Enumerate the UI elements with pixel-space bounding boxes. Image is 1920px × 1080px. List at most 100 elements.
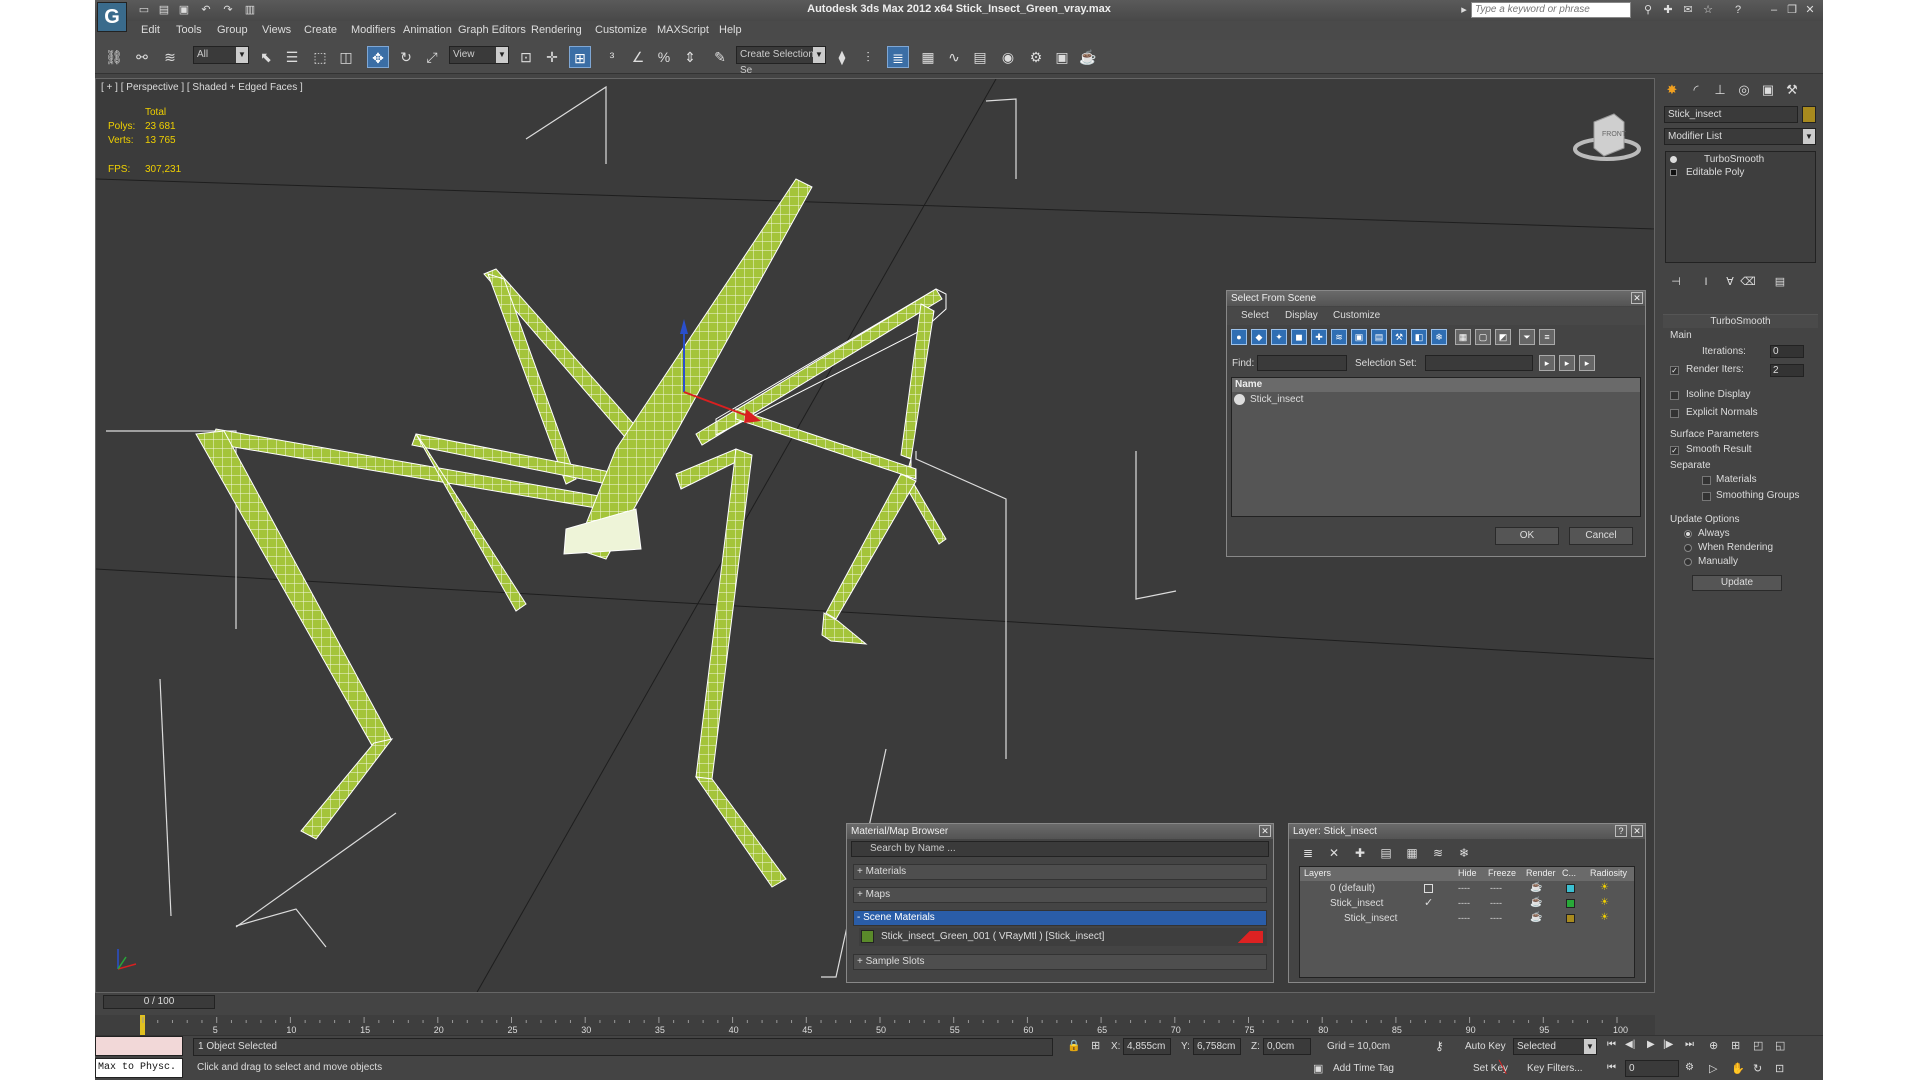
list-item[interactable]: Stick_insect <box>1232 392 1640 408</box>
utilities-tab-icon[interactable]: ⚒ <box>1782 80 1802 100</box>
application-menu-icon[interactable]: G <box>97 2 127 32</box>
group-maps[interactable]: + Maps <box>853 887 1267 903</box>
spinner-snap-icon[interactable]: ⇕ <box>679 46 701 68</box>
x-coordinate-field[interactable]: 4,855cm <box>1123 1038 1171 1055</box>
show-end-result-icon[interactable]: I <box>1696 272 1716 292</box>
select-in-layer-icon[interactable]: ▤ <box>1377 844 1395 862</box>
select-by-name-icon[interactable]: ☰ <box>281 46 303 68</box>
cancel-button[interactable]: Cancel <box>1569 527 1633 545</box>
display-containers-icon[interactable]: ◧ <box>1411 329 1427 345</box>
display-spacewarps-icon[interactable]: ≋ <box>1331 329 1347 345</box>
edit-named-selection-icon[interactable]: ✎ <box>709 46 731 68</box>
menu-maxscript[interactable]: MAXScript <box>657 24 709 36</box>
hierarchy-tab-icon[interactable]: ⊥ <box>1710 80 1730 100</box>
freeze-toggle[interactable]: ---- <box>1490 898 1502 908</box>
named-selection-dropdown[interactable]: Create Selection Se ▼ <box>736 46 826 76</box>
motion-tab-icon[interactable]: ◎ <box>1734 80 1754 100</box>
render-teapot-icon[interactable]: ☕ <box>1530 912 1542 923</box>
turbosmooth-rollout-title[interactable]: TurboSmooth <box>1663 314 1818 328</box>
select-all-icon[interactable]: ▦ <box>1455 329 1471 345</box>
menu-customize[interactable]: Customize <box>595 24 647 36</box>
subscription-icon[interactable]: ✚ <box>1661 3 1675 17</box>
sfs-find-input[interactable] <box>1257 355 1347 371</box>
link-icon[interactable]: ⛓ <box>103 46 125 68</box>
material-search-input[interactable]: Search by Name ... <box>851 841 1269 857</box>
key-filters-button[interactable]: Key Filters... <box>1527 1063 1583 1074</box>
selection-set-remove-icon[interactable]: ▸ <box>1559 355 1575 371</box>
render-setup-icon[interactable]: ⚙ <box>1025 46 1047 68</box>
search-binoculars-icon[interactable]: ⚲ <box>1641 3 1655 17</box>
freeze-toggle[interactable]: ---- <box>1490 913 1502 923</box>
perspective-viewport[interactable]: [ + ] [ Perspective ] [ Shaded + Edged F… <box>95 78 1655 993</box>
col-hide[interactable]: Hide <box>1458 868 1477 878</box>
expand-icon[interactable] <box>1670 169 1677 176</box>
help-icon[interactable]: ? <box>1615 825 1627 837</box>
maximize-icon[interactable]: ❐ <box>1785 3 1799 17</box>
zoom-icon[interactable]: ⊕ <box>1709 1039 1718 1052</box>
previous-frame-icon[interactable]: ◀| <box>1625 1039 1635 1050</box>
modify-tab-icon[interactable]: ◜ <box>1686 80 1706 100</box>
field-of-view-icon[interactable]: ▷ <box>1709 1062 1717 1075</box>
render-iters-spinner[interactable]: 2 <box>1770 364 1804 377</box>
zoom-extents-icon[interactable]: ◰ <box>1753 1039 1763 1052</box>
menu-group[interactable]: Group <box>217 24 248 36</box>
hide-toggle[interactable]: ---- <box>1458 913 1470 923</box>
display-shapes-icon[interactable]: ◆ <box>1251 329 1267 345</box>
close-icon[interactable]: ✕ <box>1631 292 1643 304</box>
menu-modifiers[interactable]: Modifiers <box>351 24 396 36</box>
group-materials[interactable]: + Materials <box>853 864 1267 880</box>
create-tab-icon[interactable]: ✸ <box>1662 80 1682 100</box>
selection-set-add-icon[interactable]: ▸ <box>1539 355 1555 371</box>
key-mode-dropdown[interactable]: Selected ▼ <box>1513 1038 1597 1055</box>
key-mode-toggle-icon[interactable]: ⏮ <box>1607 1062 1616 1073</box>
group-scene-materials[interactable]: - Scene Materials <box>853 910 1267 926</box>
next-frame-icon[interactable]: |▶ <box>1663 1039 1673 1050</box>
search-input[interactable]: Type a keyword or phrase <box>1471 2 1631 18</box>
y-coordinate-field[interactable]: 6,758cm <box>1193 1038 1241 1055</box>
layer-color-swatch[interactable] <box>1566 899 1575 908</box>
col-layers[interactable]: Layers <box>1304 868 1331 878</box>
current-layer-checkbox[interactable] <box>1424 884 1433 893</box>
make-unique-icon[interactable]: ∀ <box>1720 272 1740 292</box>
separate-materials-checkbox[interactable] <box>1702 476 1711 485</box>
smooth-result-checkbox[interactable]: ✓ <box>1670 446 1679 455</box>
select-object-icon[interactable]: ⬉ <box>255 46 277 68</box>
menu-tools[interactable]: Tools <box>176 24 202 36</box>
isoline-display-checkbox[interactable] <box>1670 391 1679 400</box>
display-lights-icon[interactable]: ✦ <box>1271 329 1287 345</box>
minimize-icon[interactable]: – <box>1767 3 1781 17</box>
render-teapot-icon[interactable]: ☕ <box>1530 882 1542 893</box>
create-layer-icon[interactable]: ≣ <box>1299 844 1317 862</box>
angle-snap-icon[interactable]: ∠ <box>627 46 649 68</box>
rendered-frame-window-icon[interactable]: ▣ <box>1051 46 1073 68</box>
maxscript-input[interactable]: Max to Physc. <box>95 1058 183 1078</box>
display-bones-icon[interactable]: ⚒ <box>1391 329 1407 345</box>
expand-search-icon[interactable]: ▸ <box>1457 3 1471 17</box>
sfs-selection-set-dropdown[interactable] <box>1425 355 1533 371</box>
layer-color-swatch[interactable] <box>1566 884 1575 893</box>
curve-editor-icon[interactable]: ∿ <box>943 46 965 68</box>
maximize-viewport-icon[interactable]: ⊡ <box>1775 1062 1784 1075</box>
group-sample-slots[interactable]: + Sample Slots <box>853 954 1267 970</box>
menu-create[interactable]: Create <box>304 24 337 36</box>
display-xrefs-icon[interactable]: ▤ <box>1371 329 1387 345</box>
radiosity-icon[interactable]: ☀ <box>1600 912 1609 923</box>
current-layer-check-icon[interactable]: ✓ <box>1424 896 1433 909</box>
sfs-menu-select[interactable]: Select <box>1241 310 1269 321</box>
object-color-swatch[interactable] <box>1802 106 1816 123</box>
col-radiosity[interactable]: Radiosity <box>1590 868 1627 878</box>
object-name-field[interactable]: Stick_insect <box>1664 106 1798 123</box>
modifier-list-dropdown[interactable]: Modifier List ▼ <box>1664 128 1816 145</box>
menu-views[interactable]: Views <box>262 24 291 36</box>
selection-set-select-icon[interactable]: ▸ <box>1579 355 1595 371</box>
explicit-normals-checkbox[interactable] <box>1670 409 1679 418</box>
maxscript-listener-mini[interactable] <box>95 1036 183 1056</box>
select-none-icon[interactable]: ▢ <box>1475 329 1491 345</box>
hide-toggle[interactable]: ---- <box>1458 898 1470 908</box>
iterations-spinner[interactable]: 0 <box>1770 345 1804 358</box>
zoom-all-icon[interactable]: ⊞ <box>1731 1039 1740 1052</box>
sfs-menu-display[interactable]: Display <box>1285 310 1318 321</box>
mirror-icon[interactable]: ⧫ <box>831 46 853 68</box>
col-render[interactable]: Render <box>1526 868 1556 878</box>
render-iters-checkbox[interactable]: ✓ <box>1670 366 1679 375</box>
